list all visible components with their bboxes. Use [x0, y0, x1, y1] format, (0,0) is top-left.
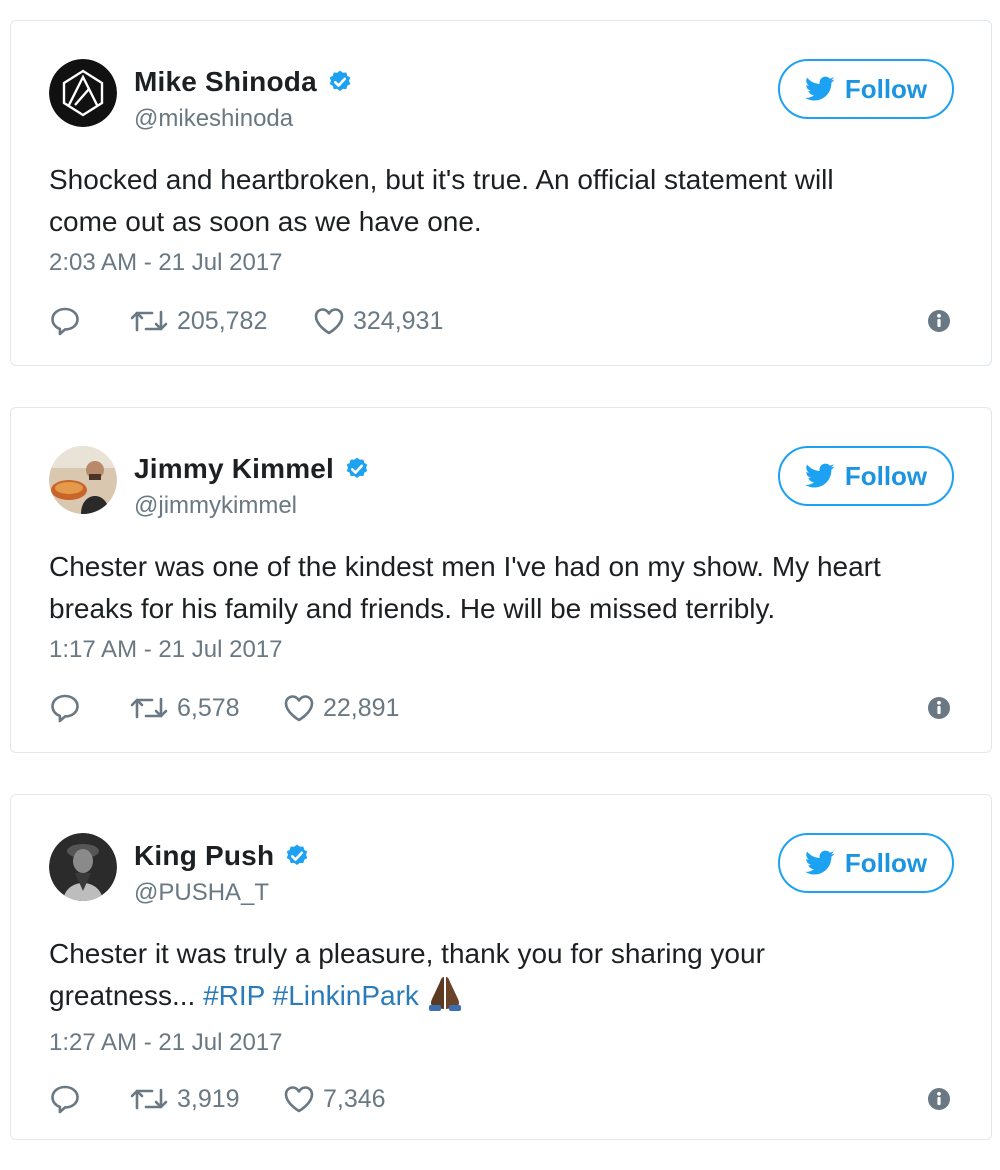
like-count: 22,891 [323, 693, 400, 722]
hashtag-link[interactable]: #RIP [203, 980, 265, 1011]
avatar[interactable] [49, 59, 117, 127]
retweet-count: 205,782 [177, 306, 268, 335]
tweet-text: Chester it was truly a pleasure, thank y… [49, 933, 951, 1023]
author-name[interactable]: Jimmy Kimmel [134, 453, 334, 485]
reply-button[interactable] [49, 688, 81, 728]
like-button[interactable]: 324,931 [313, 301, 443, 341]
reply-button[interactable] [49, 1079, 81, 1119]
info-icon[interactable] [927, 309, 951, 333]
author-name-row[interactable]: Mike Shinoda [134, 65, 353, 99]
tweet-card: Mike Shinoda @mikeshinoda Follow Shocked… [10, 20, 992, 366]
follow-button[interactable]: Follow [778, 446, 954, 506]
reply-button[interactable] [49, 301, 81, 341]
author-name[interactable]: King Push [134, 840, 274, 872]
tweet-timestamp[interactable]: 1:17 AM - 21 Jul 2017 [49, 636, 282, 664]
twitter-bird-icon [805, 463, 835, 489]
tweet-actions: 3,919 7,346 [49, 1079, 951, 1119]
heart-icon [283, 693, 315, 723]
reply-icon [49, 305, 81, 337]
tweet-card: King Push @PUSHA_T Follow Chester it was… [10, 794, 992, 1140]
hashtag-link[interactable]: #LinkinPark [273, 980, 419, 1011]
follow-button[interactable]: Follow [778, 59, 954, 119]
author-handle[interactable]: @jimmykimmel [134, 492, 297, 520]
author-name-row[interactable]: Jimmy Kimmel [134, 452, 370, 486]
retweet-icon [129, 693, 169, 723]
linkin-park-logo-avatar [49, 59, 117, 127]
tweet-card: Jimmy Kimmel @jimmykimmel Follow Chester… [10, 407, 992, 753]
tweet-timestamp[interactable]: 2:03 AM - 21 Jul 2017 [49, 249, 282, 277]
avatar[interactable] [49, 833, 117, 901]
retweet-icon [129, 306, 169, 336]
reply-icon [49, 1083, 81, 1115]
tweet-text: Chester was one of the kindest men I've … [49, 551, 881, 624]
retweet-button[interactable]: 205,782 [129, 301, 267, 341]
photo-avatar [49, 446, 117, 514]
author-handle[interactable]: @mikeshinoda [134, 105, 293, 133]
author-name-row[interactable]: King Push [134, 839, 310, 873]
verified-badge-icon [284, 843, 310, 869]
twitter-bird-icon [805, 850, 835, 876]
follow-button-label: Follow [844, 460, 928, 491]
follow-button-label: Follow [844, 73, 928, 104]
avatar[interactable] [49, 446, 117, 514]
retweet-count: 3,919 [177, 1084, 240, 1113]
heart-icon [283, 1084, 315, 1114]
retweet-button[interactable]: 6,578 [129, 688, 240, 728]
twitter-bird-icon [805, 76, 835, 102]
tweet-actions: 6,578 22,891 [49, 688, 951, 728]
info-icon[interactable] [927, 696, 951, 720]
follow-button[interactable]: Follow [778, 833, 954, 893]
tweet-timestamp[interactable]: 1:27 AM - 21 Jul 2017 [49, 1029, 282, 1057]
reply-icon [49, 692, 81, 724]
like-button[interactable]: 7,346 [283, 1079, 386, 1119]
tweet-text: Shocked and heartbroken, but it's true. … [49, 164, 834, 237]
heart-icon [313, 306, 345, 336]
tweet-actions: 205,782 324,931 [49, 301, 951, 341]
author-name[interactable]: Mike Shinoda [134, 66, 317, 98]
like-button[interactable]: 22,891 [283, 688, 399, 728]
retweet-button[interactable]: 3,919 [129, 1079, 240, 1119]
photo-avatar [49, 833, 117, 901]
verified-badge-icon [344, 456, 370, 482]
retweet-count: 6,578 [177, 693, 240, 722]
verified-badge-icon [327, 69, 353, 95]
retweet-icon [129, 1084, 169, 1114]
info-icon[interactable] [927, 1087, 951, 1111]
follow-button-label: Follow [844, 847, 928, 878]
like-count: 7,346 [323, 1084, 386, 1113]
folded-hands-emoji [425, 975, 465, 1023]
like-count: 324,931 [353, 306, 444, 335]
author-handle[interactable]: @PUSHA_T [134, 879, 269, 907]
